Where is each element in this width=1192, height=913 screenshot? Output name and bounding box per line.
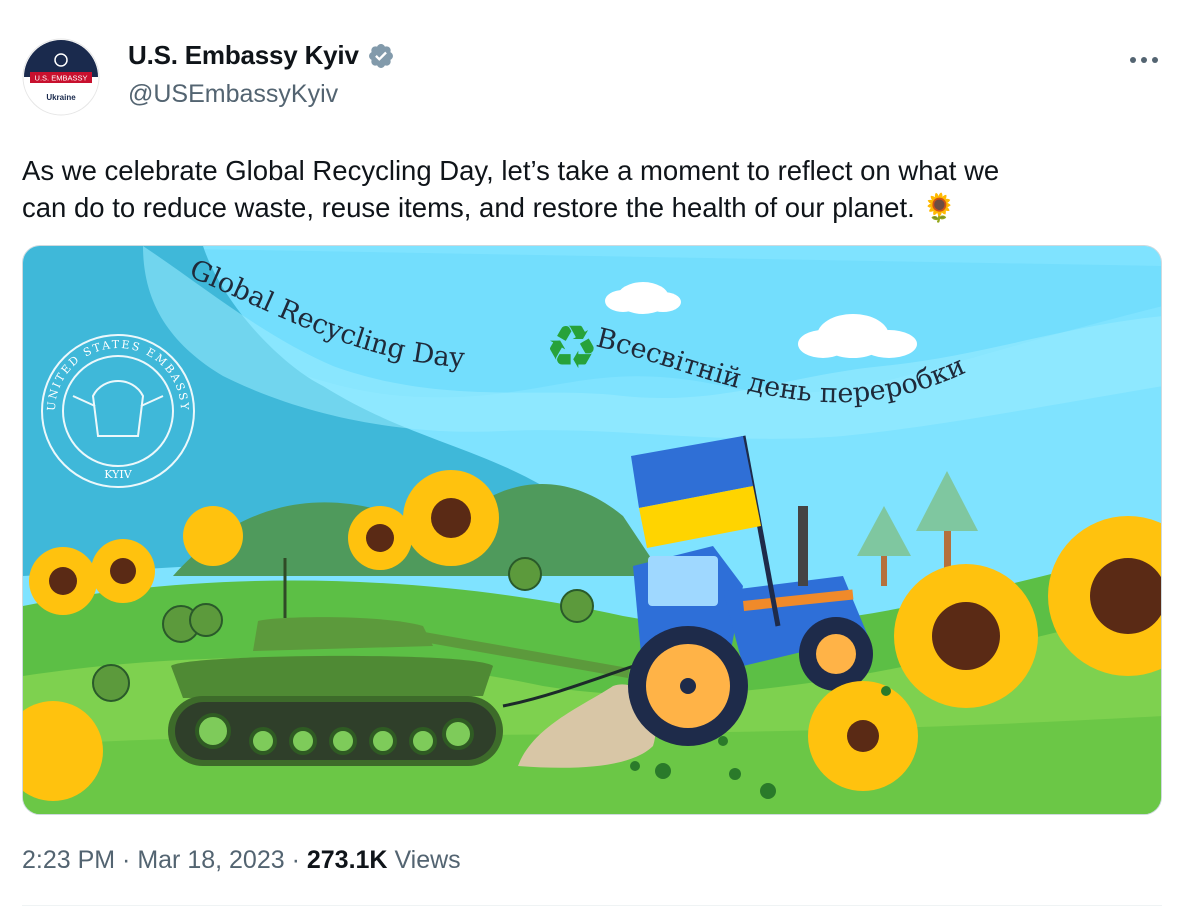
tweet-time[interactable]: 2:23 PM xyxy=(22,846,115,875)
recycle-icon: ♻ xyxy=(545,313,599,383)
tweet-meta: 2:23 PM · Mar 18, 2023 · 273.1K Views xyxy=(22,846,461,875)
verified-badge-icon[interactable] xyxy=(367,42,395,70)
embassy-logo: U.S. EMBASSY Ukraine xyxy=(22,38,100,116)
avatar-caption: Ukraine xyxy=(46,93,76,102)
meta-separator: · xyxy=(284,846,307,874)
views-label: Views xyxy=(387,846,461,874)
tweet-text: As we celebrate Global Recycling Day, le… xyxy=(22,152,1162,226)
meta-separator: · xyxy=(115,846,138,874)
illustration: Global Recycling Day ♻ Всесвітній день п… xyxy=(23,246,1161,814)
sunflower-emoji: 🌻 xyxy=(922,192,957,223)
views-count[interactable]: 273.1K xyxy=(307,846,388,875)
handle[interactable]: @USEmbassyKyiv xyxy=(128,80,338,109)
seal-bottom-text: KYIV xyxy=(104,468,133,481)
more-dots-icon xyxy=(1130,57,1158,63)
avatar[interactable]: U.S. EMBASSY Ukraine xyxy=(22,38,100,116)
tweet-date[interactable]: Mar 18, 2023 xyxy=(137,846,284,875)
tweet-image[interactable]: Global Recycling Day ♻ Всесвітній день п… xyxy=(22,245,1162,815)
more-options-button[interactable] xyxy=(1126,46,1162,74)
display-name[interactable]: U.S. Embassy Kyiv xyxy=(128,40,359,71)
name-row: U.S. Embassy Kyiv xyxy=(128,40,395,71)
avatar-banner: U.S. EMBASSY xyxy=(35,74,88,83)
tweet-text-line: can do to reduce waste, reuse items, and… xyxy=(22,192,915,223)
tweet-text-line: As we celebrate Global Recycling Day, le… xyxy=(22,155,1000,186)
divider xyxy=(22,905,1162,906)
